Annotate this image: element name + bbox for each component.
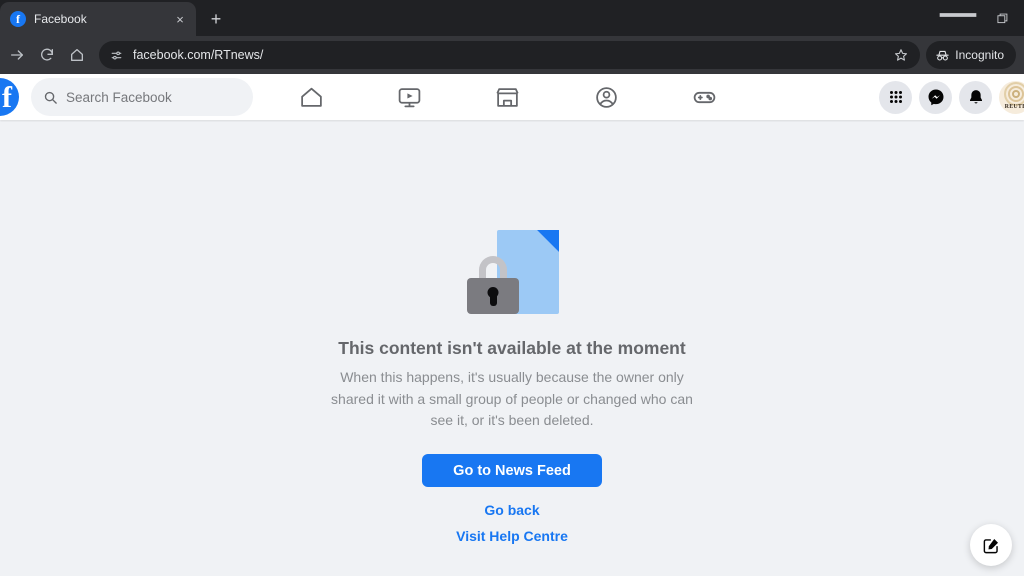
nav-tab-groups[interactable] [578, 76, 634, 118]
new-tab-button[interactable]: + [202, 5, 230, 33]
forward-arrow-icon[interactable] [2, 40, 32, 70]
nav-tab-home[interactable] [283, 76, 339, 118]
navbar-left: f Search Facebook [0, 78, 253, 116]
browser-toolbar: facebook.com/RTnews/ Incognito [0, 36, 1024, 74]
locked-document-icon [457, 230, 567, 318]
messenger-icon[interactable] [919, 80, 952, 114]
padlock-icon [465, 256, 521, 314]
incognito-badge[interactable]: Incognito [926, 41, 1016, 69]
tab-title: Facebook [34, 12, 87, 26]
address-bar[interactable]: facebook.com/RTnews/ [99, 41, 921, 69]
compose-icon[interactable] [970, 524, 1012, 566]
bell-icon[interactable] [959, 80, 992, 114]
nav-tab-gaming[interactable] [677, 76, 733, 118]
site-settings-icon[interactable] [105, 44, 127, 66]
main-content: This content isn't available at the mome… [0, 122, 1024, 576]
secondary-links: Go back Visit Help Centre [456, 502, 568, 554]
browser-tab-facebook[interactable]: f Facebook × [0, 2, 196, 36]
padlock-keyhole [487, 287, 499, 298]
visit-help-centre-link[interactable]: Visit Help Centre [456, 528, 568, 544]
navbar-actions: REUTE [879, 74, 1024, 120]
avatar-label: REUTE [1004, 103, 1024, 110]
search-icon [44, 91, 57, 104]
facebook-navbar: f Search Facebook REUT [0, 74, 1024, 120]
browser-window: f Facebook × + facebook.com/RTnews/ Inco… [0, 0, 1024, 576]
url-text: facebook.com/RTnews/ [133, 48, 264, 62]
incognito-label: Incognito [955, 48, 1004, 62]
facebook-favicon-icon: f [10, 11, 26, 27]
incognito-hat-icon [936, 50, 949, 61]
page-title: This content isn't available at the mome… [338, 338, 686, 358]
nav-tab-marketplace[interactable] [480, 76, 536, 118]
reload-icon[interactable] [32, 40, 62, 70]
document-fold-icon [537, 230, 559, 252]
window-controls [936, 0, 1024, 36]
minimize-button[interactable] [936, 2, 980, 34]
page-description: When this happens, it's usually because … [331, 369, 693, 429]
maximize-button[interactable] [980, 2, 1024, 34]
tab-strip: f Facebook × + [0, 0, 1024, 36]
grid-menu-icon[interactable] [879, 80, 912, 114]
navbar-tabs [262, 74, 754, 120]
profile-avatar[interactable]: REUTE [999, 80, 1024, 114]
home-icon[interactable] [62, 40, 92, 70]
search-input[interactable]: Search Facebook [31, 78, 253, 116]
close-icon[interactable]: × [172, 11, 188, 27]
facebook-logo-icon[interactable]: f [0, 78, 19, 116]
search-placeholder: Search Facebook [66, 89, 172, 105]
go-to-news-feed-button[interactable]: Go to News Feed [422, 454, 602, 488]
star-icon[interactable] [888, 42, 914, 68]
go-back-link[interactable]: Go back [456, 502, 568, 518]
padlock-body [467, 278, 519, 314]
nav-tab-video[interactable] [382, 76, 438, 118]
